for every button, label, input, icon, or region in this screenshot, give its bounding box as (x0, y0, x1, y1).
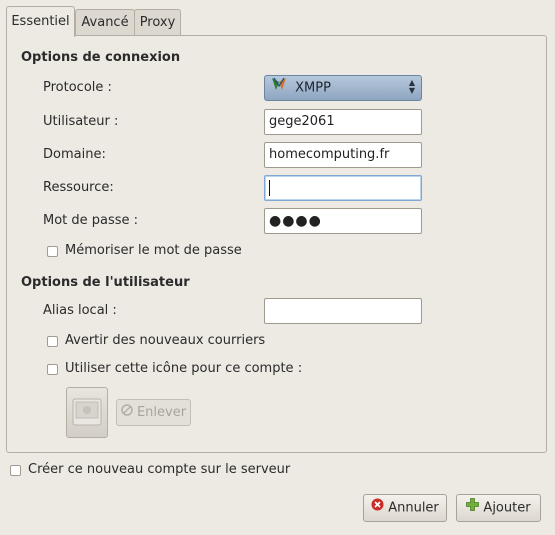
resource-input[interactable] (264, 175, 422, 201)
user-input-value: gege2061 (269, 114, 335, 129)
tab-panel-essentiel: Options de connexion Protocole : XMPP ▲ ▼… (6, 35, 547, 453)
password-label: Mot de passe : (43, 213, 139, 228)
tab-proxy[interactable]: Proxy (134, 9, 181, 35)
tab-label: Avancé (81, 15, 129, 30)
remember-password-checkbox[interactable] (47, 246, 58, 257)
alias-input[interactable] (264, 298, 422, 324)
up-down-arrows-icon: ▲ ▼ (408, 78, 415, 95)
use-icon-checkbox[interactable] (47, 364, 58, 375)
password-input[interactable]: ●●●● (264, 208, 422, 234)
no-entry-icon (121, 400, 133, 425)
protocol-select[interactable]: XMPP ▲ ▼ (264, 75, 422, 101)
user-label: Utilisateur : (43, 114, 119, 129)
domain-label: Domaine: (43, 147, 106, 162)
tab-essentiel[interactable]: Essentiel (6, 6, 75, 37)
add-button-label: Ajouter (483, 500, 531, 516)
resource-label: Ressource: (43, 180, 114, 195)
create-account-label[interactable]: Créer ce nouveau compte sur le serveur (28, 462, 290, 477)
account-icon-button[interactable] (66, 387, 108, 438)
add-button[interactable]: Ajouter (456, 494, 541, 522)
use-icon-label[interactable]: Utiliser cette icône pour ce compte : (65, 361, 302, 376)
user-input[interactable]: gege2061 (264, 109, 422, 135)
account-image-placeholder-icon (72, 398, 102, 430)
remember-password-label[interactable]: Mémoriser le mot de passe (65, 243, 242, 258)
tab-label: Essentiel (11, 14, 70, 29)
plus-icon (466, 495, 480, 521)
alias-label: Alias local : (43, 303, 117, 318)
protocol-value: XMPP (295, 80, 331, 96)
user-options-section-title: Options de l'utilisateur (21, 275, 190, 290)
connection-section-title: Options de connexion (21, 50, 181, 65)
remove-icon-button[interactable]: Enlever (116, 399, 191, 426)
cancel-icon (371, 495, 384, 521)
password-input-value: ●●●● (269, 213, 322, 229)
tab-label: Proxy (139, 15, 176, 30)
cancel-button[interactable]: Annuler (363, 494, 447, 522)
domain-input[interactable]: homecomputing.fr (264, 142, 422, 168)
tab-avance[interactable]: Avancé (75, 9, 135, 35)
notify-mail-checkbox[interactable] (47, 336, 58, 347)
protocol-label: Protocole : (43, 80, 112, 95)
notify-mail-label[interactable]: Avertir des nouveaux courriers (65, 333, 265, 348)
xmpp-logo-icon (271, 76, 287, 100)
domain-input-value: homecomputing.fr (269, 147, 390, 162)
remove-icon-label: Enlever (136, 405, 187, 420)
cancel-button-label: Annuler (388, 500, 439, 516)
text-cursor (269, 179, 270, 196)
create-account-checkbox[interactable] (10, 465, 21, 476)
